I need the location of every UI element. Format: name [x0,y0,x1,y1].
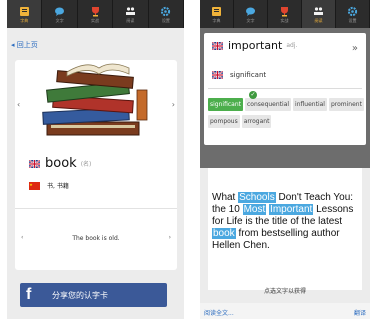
share-card-button[interactable]: f 分享您的认字卡 [20,283,167,307]
article-text: What Schools Don't Teach You: the 10 Mos… [212,192,362,252]
trophy-icon [91,6,99,16]
highlighted-word[interactable]: Schools [238,192,276,203]
china-flag-icon [29,181,40,190]
dictionary-icon [212,6,221,16]
tab-reading[interactable]: 阅读 [302,0,336,28]
translation-text: 书, 书籍 [47,183,69,190]
tab-label: 字典 [212,17,221,23]
tab-label: 设置 [348,17,357,23]
tab-dictionary[interactable]: 字典 [200,0,234,28]
tab-label: 字典 [20,17,29,23]
synonym-chip[interactable]: arrogant [241,115,272,128]
dictionary-icon [19,6,29,16]
reading-screen: 字典 文字 实战 阅读 设置 What Schools Don't Teach … [200,0,370,319]
synonym-chips: significant consequential influential pr… [208,98,366,132]
tab-label: 阅读 [126,17,135,23]
read-full-link[interactable]: 阅读全文... [204,308,234,317]
synonym-chip[interactable]: prominent [328,98,364,111]
popup-meaning-row: significant [212,71,266,79]
tab-label: 阅读 [314,17,323,23]
tab-settings[interactable]: 设置 [336,0,370,28]
trophy-icon [281,6,288,16]
translate-link[interactable]: 翻译 [354,308,366,317]
tap-hint: 点选文字以获得 [263,288,306,295]
synonym-chip[interactable]: consequential [244,98,292,111]
reading-icon [125,6,135,15]
next-image-arrow[interactable]: › [172,100,175,109]
facebook-icon: f [26,286,32,303]
synonym-chip[interactable]: influential [293,98,327,111]
tab-bar: 字典 文字 实战 阅读 设置 [200,0,370,28]
checkmark-icon: ✓ [249,91,257,99]
synonym-chip[interactable]: significant [208,98,243,111]
highlighted-word[interactable]: book [212,228,236,239]
popup-meaning: significant [230,71,267,79]
tab-bar: 字典 文字 实战 阅读 设置 [7,0,184,28]
popup-word-row: important adj. [212,39,297,52]
synonym-chip[interactable]: pompous [208,115,240,128]
next-sentence-arrow[interactable]: › [169,234,171,241]
tab-label: 文字 [246,17,255,23]
article-segment: What [212,192,239,203]
word-card: ‹ › book (名) 书, 书籍 ‹ The book is old. › [15,60,177,270]
back-link[interactable]: ◂ 回上页 [11,40,38,50]
chat-bubble-icon [246,7,255,16]
translation-row: 书, 书籍 [29,181,69,190]
divider [208,88,362,89]
divider [15,208,177,209]
bottom-bar: 阅读全文... 翻译 [200,303,370,319]
gear-icon [161,6,171,16]
highlighted-word[interactable]: Most [242,204,267,215]
popup-headword: important [228,39,283,52]
expand-chevron-icon[interactable]: » [352,43,358,54]
uk-flag-icon [212,71,223,79]
chat-bubble-icon [55,7,65,16]
word-popup: important adj. » significant significant… [204,33,366,145]
reading-icon [314,6,323,15]
gear-icon [347,6,358,16]
example-sentence: The book is old. [72,235,120,242]
tab-label: 实战 [91,17,100,23]
uk-flag-icon [212,41,223,50]
prev-image-arrow[interactable]: ‹ [17,100,20,109]
tab-settings[interactable]: 设置 [149,0,184,28]
word-row: book (名) [29,156,91,171]
share-button-label: 分享您的认字卡 [52,290,108,300]
part-of-speech: (名) [80,161,92,168]
tab-practice[interactable]: 实战 [268,0,302,28]
tab-practice[interactable]: 实战 [78,0,114,28]
tab-dictionary[interactable]: 字典 [7,0,43,28]
word-headword: book [45,156,77,171]
article-panel: What Schools Don't Teach You: the 10 Mos… [208,160,362,295]
tab-label: 文字 [55,17,64,23]
back-label: 回上页 [16,41,38,49]
book-stack-illustration [42,63,148,136]
uk-flag-icon [29,159,40,168]
tab-text[interactable]: 文字 [234,0,268,28]
popup-part-of-speech: adj. [286,42,298,49]
tab-text[interactable]: 文字 [42,0,78,28]
tab-label: 设置 [161,17,170,23]
highlighted-word[interactable]: Important [269,204,314,215]
tab-label: 实战 [280,17,289,23]
word-card-screen: 字典 文字 实战 阅读 设置 ◂ 回上页 ‹ › book (名) 书, 书籍 … [7,0,184,319]
tab-reading[interactable]: 阅读 [113,0,149,28]
